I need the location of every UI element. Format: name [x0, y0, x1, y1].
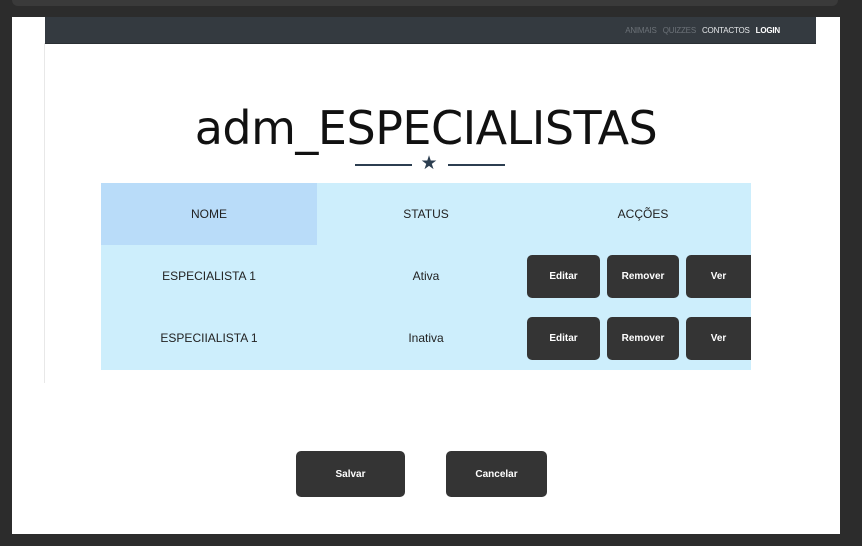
nav-links: ANIMAIS QUIZZES CONTACTOS LOGIN — [625, 17, 780, 43]
cell-nome: ESPECIALISTA 1 — [162, 269, 256, 283]
view-button[interactable]: Ver — [686, 317, 751, 360]
nav-link-login[interactable]: LOGIN — [756, 26, 781, 35]
remove-button[interactable]: Remover — [607, 255, 679, 298]
cell-nome: ESPECIIALISTA 1 — [160, 331, 258, 345]
divider-line-left — [355, 164, 412, 166]
column-header-status: STATUS — [403, 207, 449, 221]
column-header-nome[interactable]: NOME — [101, 183, 317, 245]
table-row: ESPECIIALISTA 1 Inativa Editar Remover V… — [101, 307, 751, 369]
nav-link-quizzes[interactable]: QUIZZES — [663, 26, 696, 35]
window-top-strip — [12, 0, 838, 6]
page-frame: ANIMAIS QUIZZES CONTACTOS LOGIN adm_ESPE… — [12, 17, 840, 534]
divider-line-right — [448, 164, 505, 166]
nav-link-animais[interactable]: ANIMAIS — [625, 26, 657, 35]
star-icon: ★ — [420, 153, 438, 174]
table-row: ESPECIALISTA 1 Ativa Editar Remover Ver — [101, 245, 751, 307]
page-title: adm_ESPECIALISTAS — [194, 101, 658, 155]
column-header-accoes: ACÇÕES — [617, 207, 669, 221]
especialistas-table: NOME STATUS ACÇÕES ESPECIALISTA 1 Ativa … — [101, 183, 751, 370]
save-button[interactable]: Salvar — [296, 451, 405, 497]
content-left-border — [44, 43, 45, 383]
nav-link-contactos[interactable]: CONTACTOS — [702, 26, 750, 35]
edit-button[interactable]: Editar — [527, 255, 600, 298]
top-navbar: ANIMAIS QUIZZES CONTACTOS LOGIN — [45, 17, 816, 44]
view-button[interactable]: Ver — [686, 255, 751, 298]
cancel-button[interactable]: Cancelar — [446, 451, 547, 497]
title-divider: ★ — [355, 153, 507, 176]
cell-status: Ativa — [412, 269, 440, 283]
cell-status: Inativa — [408, 331, 444, 345]
remove-button[interactable]: Remover — [607, 317, 679, 360]
edit-button[interactable]: Editar — [527, 317, 600, 360]
